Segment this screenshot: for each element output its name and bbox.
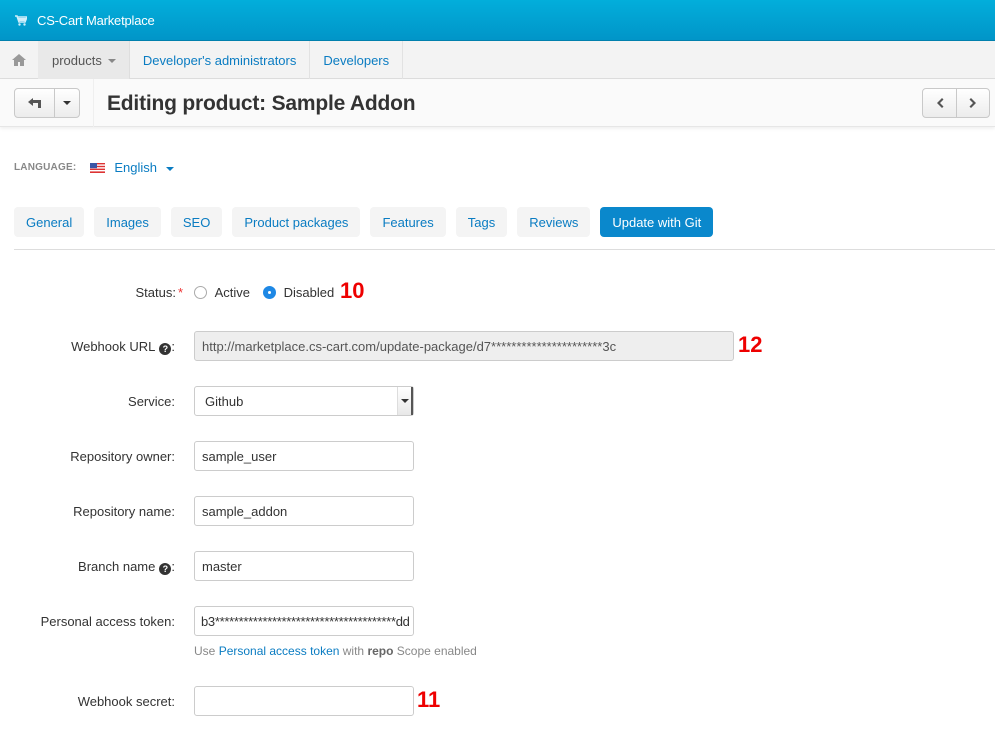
token-input[interactable]: b3**************************************… [194,606,414,636]
radio-disabled-label: Disabled [283,285,335,300]
required-mark: * [177,285,183,300]
help-icon[interactable]: ? [159,343,172,355]
tab-features[interactable]: Features [370,207,446,237]
radio-active-label: Active [214,285,251,300]
home-button[interactable] [0,41,38,79]
service-value: Github [205,393,244,409]
nav-item-products[interactable]: products [38,41,130,79]
token-label: Personal access token: [40,614,175,629]
annotation-10: 10 [340,278,365,303]
divider [93,79,94,127]
annotation-11: 11 [417,687,441,712]
language-dropdown[interactable]: English [114,160,174,175]
tab-product-packages[interactable]: Product packages [232,207,361,237]
title-bar: Editing product: Sample Addon [0,79,995,127]
tab-tags[interactable]: Tags [455,207,508,237]
branch-label: Branch name?: [78,559,175,575]
back-arrow-icon [27,98,41,108]
tab-seo[interactable]: SEO [170,207,223,237]
repo-owner-input[interactable]: sample_user [194,441,414,471]
chevron-right-icon [969,98,976,108]
webhook-url-label: Webhook URL?: [71,339,175,355]
branch-input[interactable]: master [194,551,414,581]
webhook-secret-input[interactable] [194,686,414,716]
next-button[interactable] [956,89,989,117]
page-title: Editing product: Sample Addon [107,92,416,115]
annotation-12: 12 [738,332,763,357]
status-disabled-option[interactable]: Disabled [263,285,334,300]
webhook-url-label-text: Webhook URL [71,339,156,354]
status-label: Status: * [135,285,183,300]
nav-item-label: products [52,52,102,68]
radio-disabled[interactable] [263,286,276,299]
language-selector: LANGUAGE: English [14,160,174,175]
nav-item-developers-administrators[interactable]: Developer's administrators [130,41,311,79]
select-arrow [397,387,413,415]
repo-name-input[interactable]: sample_addon [194,496,414,526]
nav-item-developers[interactable]: Developers [310,41,404,79]
chevron-down-icon [63,101,71,105]
hint-text: Scope enabled [393,644,477,658]
branch-label-text: Branch name [78,559,156,574]
status-label-text: Status: [135,285,176,300]
us-flag-icon [90,162,106,173]
hint-text: with [339,644,368,658]
token-hint: Use Personal access token with repo Scop… [194,644,477,658]
language-label: LANGUAGE: [14,162,77,173]
chevron-left-icon [936,98,943,108]
radio-active[interactable] [194,286,207,299]
language-value: English [114,160,157,175]
prev-button[interactable] [923,89,956,117]
repo-owner-label: Repository owner: [70,449,175,464]
app-brand[interactable]: CS-Cart Marketplace [37,13,155,28]
prev-next-group [922,88,990,118]
personal-access-token-link[interactable]: Personal access token [219,644,340,658]
service-select[interactable]: Github [194,386,414,416]
tab-update-with-git[interactable]: Update with Git [600,207,714,237]
product-tabs: General Images SEO Product packages Feat… [14,207,723,237]
hint-bold: repo [367,644,394,658]
nav-item-label: Developers [323,52,390,68]
help-icon[interactable]: ? [159,563,172,575]
chevron-down-icon [400,399,409,403]
back-dropdown-button[interactable] [54,89,79,117]
status-active-option[interactable]: Active [194,285,250,300]
top-bar: CS-Cart Marketplace [0,0,995,41]
hint-text: Use [194,644,219,658]
chevron-down-icon [107,58,116,63]
main-nav: products Developer's administrators Deve… [0,41,995,79]
tab-images[interactable]: Images [94,207,161,237]
tabs-divider [14,249,995,250]
webhook-url-field[interactable]: http://marketplace.cs-cart.com/update-pa… [194,331,734,361]
service-label: Service: [128,394,175,409]
back-button-group [14,88,80,118]
back-button[interactable] [15,89,54,117]
repo-name-label: Repository name: [73,504,175,519]
nav-item-label: Developer's administrators [142,52,297,68]
tab-general[interactable]: General [14,207,85,237]
webhook-secret-label: Webhook secret: [77,694,175,709]
home-icon [12,54,26,66]
cart-icon [15,14,27,26]
tab-reviews[interactable]: Reviews [517,207,591,237]
chevron-down-icon [165,166,174,171]
